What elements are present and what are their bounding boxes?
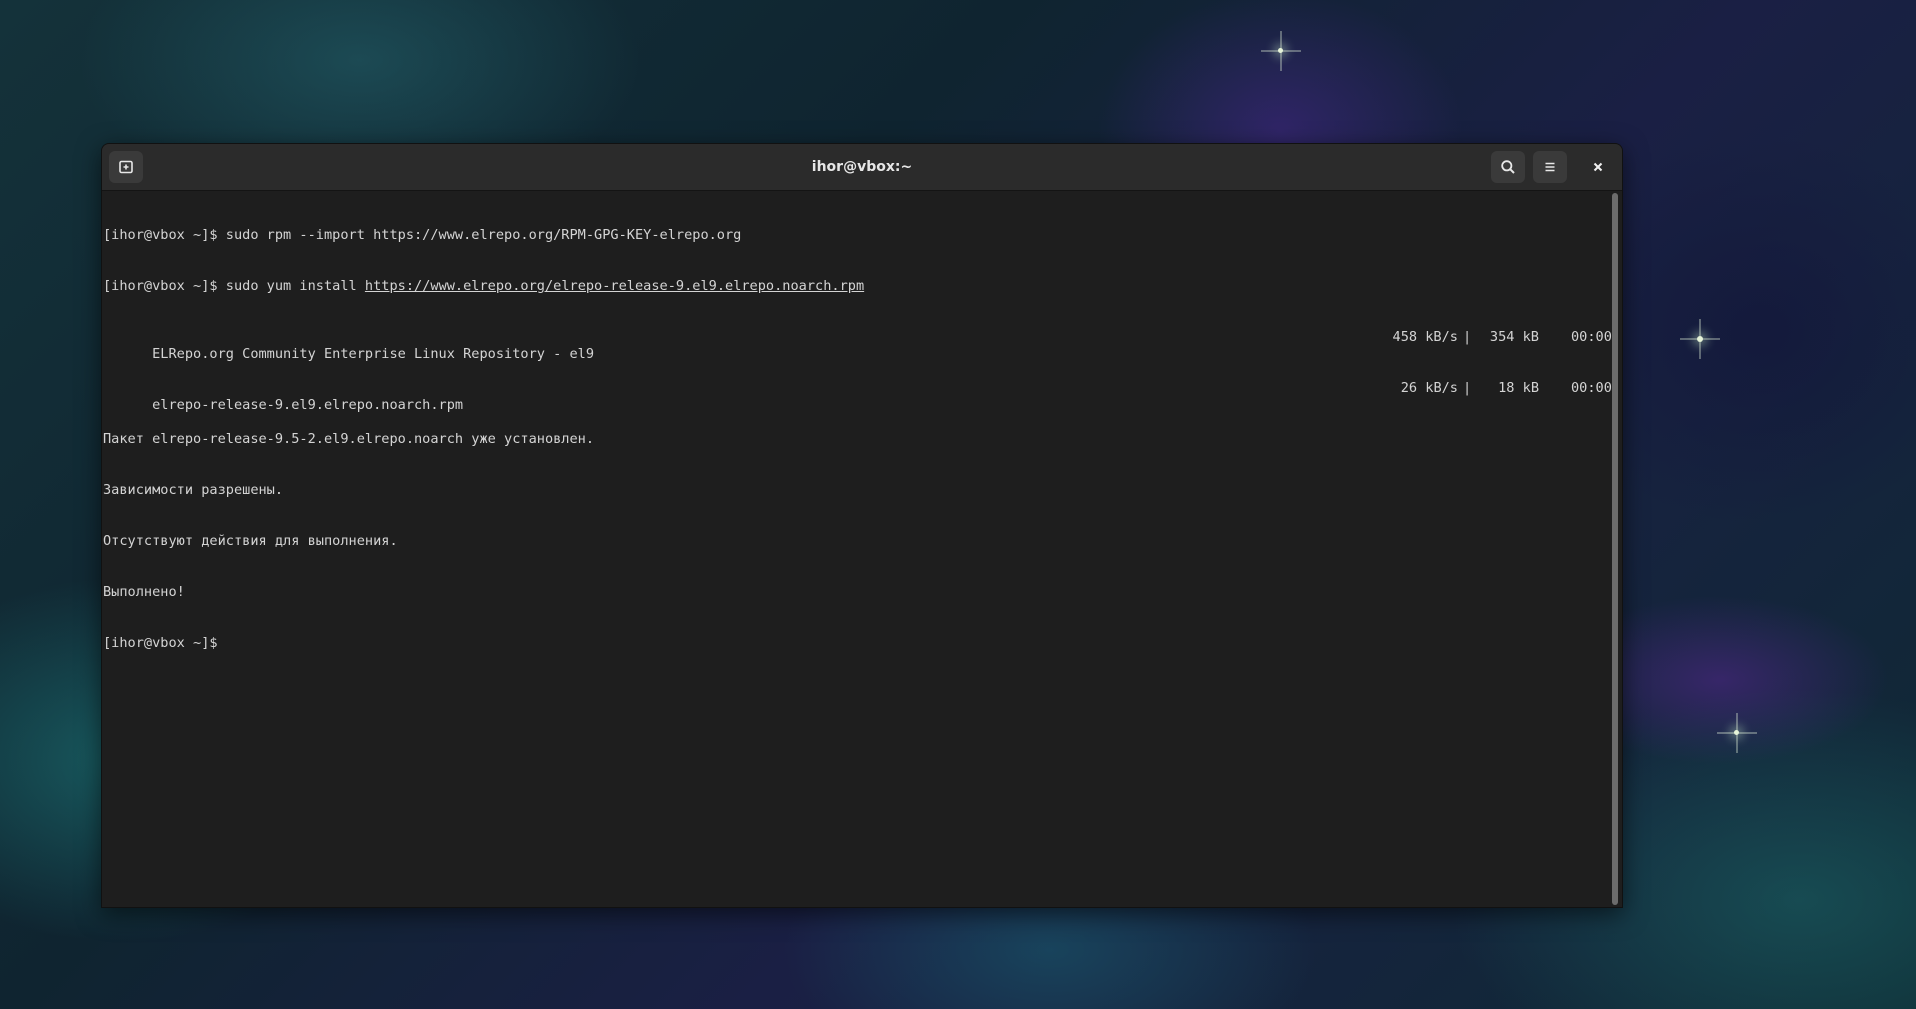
- terminal-line: Выполнено!: [103, 584, 1608, 601]
- terminal-line: [ihor@vbox ~]$ sudo yum install https://…: [103, 278, 1608, 295]
- terminal-line: ELRepo.org Community Enterprise Linux Re…: [103, 329, 1612, 362]
- header-bar: ihor@vbox:~: [102, 144, 1622, 191]
- vertical-scrollbar[interactable]: [1612, 193, 1618, 905]
- download-size: 18 kB: [1498, 380, 1539, 396]
- download-speed: 458 kB/s: [1392, 329, 1458, 345]
- command-text: [ihor@vbox ~]$ sudo yum install: [103, 278, 365, 294]
- download-time: 00:00: [1571, 329, 1612, 345]
- wallpaper-star: [1697, 336, 1703, 342]
- output-text: Зависимости разрешены.: [103, 482, 284, 498]
- output-text: Отсутствуют действия для выполнения.: [103, 533, 398, 549]
- terminal-line: Зависимости разрешены.: [103, 482, 1608, 499]
- download-time: 00:00: [1571, 380, 1612, 396]
- search-icon: [1501, 160, 1515, 174]
- terminal-line: Отсутствуют действия для выполнения.: [103, 533, 1608, 550]
- terminal-window: ihor@vbox:~ [ihor@vbox ~]$ sudo rpm --im…: [101, 143, 1623, 908]
- close-icon: [1593, 162, 1603, 172]
- output-text: Пакет elrepo-release-9.5-2.el9.elrepo.no…: [103, 431, 595, 447]
- terminal-line: elrepo-release-9.el9.elrepo.noarch.rpm 2…: [103, 380, 1612, 413]
- hamburger-menu-icon: [1545, 162, 1555, 172]
- command-text: [ihor@vbox ~]$ sudo rpm --import https:/…: [103, 227, 742, 243]
- wallpaper-star: [1734, 730, 1739, 735]
- url-link[interactable]: https://www.elrepo.org/elrepo-release-9.…: [365, 278, 864, 294]
- terminal-line: [ihor@vbox ~]$: [103, 635, 1608, 652]
- terminal-output[interactable]: [ihor@vbox ~]$ sudo rpm --import https:/…: [102, 191, 1612, 907]
- package-file: elrepo-release-9.el9.elrepo.noarch.rpm: [152, 397, 464, 413]
- download-size: 354 kB: [1489, 329, 1539, 345]
- terminal-line: [ihor@vbox ~]$ sudo rpm --import https:/…: [103, 227, 1608, 244]
- search-button[interactable]: [1491, 151, 1525, 183]
- shell-prompt: [ihor@vbox ~]$: [103, 635, 218, 651]
- separator: |: [1463, 329, 1472, 345]
- output-text: Выполнено!: [103, 584, 185, 600]
- terminal-line: Пакет elrepo-release-9.5-2.el9.elrepo.no…: [103, 431, 1608, 448]
- text-cursor: [218, 635, 226, 650]
- repo-name: ELRepo.org Community Enterprise Linux Re…: [152, 346, 595, 362]
- main-menu-button[interactable]: [1533, 151, 1567, 183]
- wallpaper-star: [1278, 48, 1283, 53]
- new-tab-icon: [119, 160, 133, 174]
- new-tab-button[interactable]: [109, 151, 143, 183]
- separator: |: [1463, 380, 1472, 396]
- close-button[interactable]: [1581, 151, 1615, 183]
- download-speed: 26 kB/s: [1400, 380, 1458, 396]
- window-title: ihor@vbox:~: [811, 159, 913, 175]
